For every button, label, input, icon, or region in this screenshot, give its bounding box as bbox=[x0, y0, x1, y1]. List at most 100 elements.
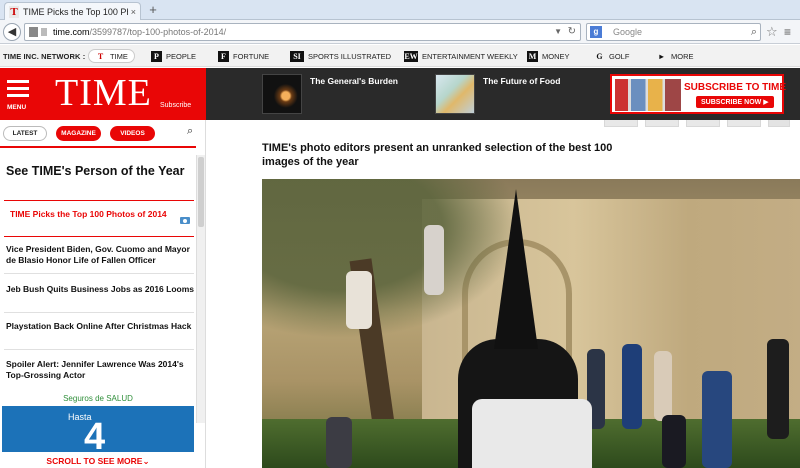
network-item-label: PEOPLE bbox=[166, 51, 197, 61]
network-item-label: MONEY bbox=[542, 51, 570, 61]
close-tab-icon[interactable]: × bbox=[131, 7, 136, 17]
article-intro: TIME's photo editors present an unranked… bbox=[262, 142, 613, 168]
story-thumbnail[interactable] bbox=[262, 74, 302, 114]
ew-logo-icon: EW bbox=[404, 50, 418, 62]
bookmark-star-icon[interactable]: ☆ bbox=[766, 24, 778, 40]
brand-block: MENU TIME Subscribe bbox=[0, 68, 206, 120]
browser-tab[interactable]: T TIME Picks the Top 100 Ph... × bbox=[4, 2, 141, 20]
story-title[interactable]: The Future of Food bbox=[483, 76, 560, 114]
tab-latest[interactable]: LATEST bbox=[3, 126, 47, 141]
story-thumbnail[interactable] bbox=[435, 74, 475, 114]
network-item-money[interactable]: M MONEY bbox=[527, 49, 570, 63]
share-button-twitter[interactable] bbox=[645, 120, 679, 127]
photo-tree-canopy bbox=[262, 179, 522, 339]
magazine-covers-image bbox=[615, 79, 681, 111]
sidebar-article-top-100-photos[interactable]: TIME Picks the Top 100 Photos of 2014 bbox=[10, 209, 170, 220]
time-logo[interactable]: TIME bbox=[55, 71, 152, 115]
header-story-generals-burden[interactable]: The General's Burden bbox=[262, 74, 398, 114]
share-button-other[interactable] bbox=[727, 120, 761, 127]
tab-videos[interactable]: VIDEOS bbox=[110, 126, 155, 141]
search-icon[interactable]: ⌕ bbox=[751, 24, 757, 40]
url-path: /3599787/top-100-photos-of-2014/ bbox=[89, 27, 227, 37]
network-item-time[interactable]: T TIME bbox=[88, 49, 135, 63]
divider bbox=[4, 200, 194, 201]
sidebar-scrollbar[interactable] bbox=[196, 155, 205, 423]
hamburger-menu-icon[interactable] bbox=[7, 80, 29, 101]
photo-capirote-hood bbox=[494, 189, 538, 349]
share-more-button[interactable] bbox=[768, 120, 790, 127]
divider bbox=[4, 273, 194, 274]
ad-number: 4 bbox=[84, 416, 106, 452]
back-arrow-icon[interactable]: ◀ bbox=[3, 23, 21, 41]
sidebar-article-playstation[interactable]: Playstation Back Online After Christmas … bbox=[6, 321, 194, 332]
header-story-future-of-food[interactable]: The Future of Food bbox=[435, 74, 560, 114]
left-sidebar: LATEST MAGAZINE VIDEOS ⌕ See TIME's Pers… bbox=[0, 120, 206, 468]
people-logo-icon: P bbox=[151, 50, 162, 62]
page-icon bbox=[41, 28, 47, 36]
share-button-facebook[interactable] bbox=[604, 120, 638, 127]
photo-pedestrian bbox=[654, 351, 672, 421]
fortune-logo-icon: F bbox=[218, 50, 229, 62]
search-icon[interactable]: ⌕ bbox=[187, 125, 193, 138]
network-item-people[interactable]: P PEOPLE bbox=[151, 49, 196, 63]
tab-title: TIME Picks the Top 100 Ph... bbox=[23, 6, 128, 17]
sidebar-article-jeb-bush[interactable]: Jeb Bush Quits Business Jobs as 2016 Loo… bbox=[6, 284, 194, 295]
money-logo-icon: M bbox=[527, 50, 538, 62]
site-header: MENU TIME Subscribe The General's Burden… bbox=[0, 68, 800, 120]
featured-photo[interactable] bbox=[262, 179, 800, 468]
person-of-the-year-link[interactable]: See TIME's Person of the Year bbox=[6, 164, 185, 178]
time-favicon-icon: T bbox=[9, 5, 19, 18]
google-engine-icon[interactable]: g bbox=[590, 26, 602, 38]
camera-icon bbox=[180, 217, 190, 224]
network-item-label: FORTUNE bbox=[233, 51, 270, 61]
sidebar-article-biden-cuomo[interactable]: Vice President Biden, Gov. Cuomo and May… bbox=[6, 244, 194, 266]
network-item-label: TIME bbox=[110, 51, 128, 61]
share-bar bbox=[604, 120, 797, 127]
search-placeholder: Google bbox=[613, 27, 643, 37]
network-item-more[interactable]: ▸ MORE bbox=[656, 49, 693, 63]
divider bbox=[4, 236, 194, 237]
network-label: TIME INC. NETWORK : bbox=[3, 52, 86, 61]
scroll-to-see-more-link[interactable]: SCROLL TO SEE MORE⌄ bbox=[0, 456, 196, 467]
sidebar-article-jennifer-lawrence[interactable]: Spoiler Alert: Jennifer Lawrence Was 201… bbox=[6, 359, 194, 381]
divider bbox=[4, 349, 194, 350]
network-item-fortune[interactable]: F FORTUNE bbox=[218, 49, 269, 63]
subscribe-now-button[interactable]: SUBSCRIBE NOW ▶ bbox=[696, 96, 774, 108]
site-identity-icon[interactable] bbox=[29, 27, 38, 37]
ad-label: Seguros de SALUD bbox=[63, 394, 133, 403]
network-item-sports-illustrated[interactable]: SI SPORTS ILLUSTRATED bbox=[290, 49, 391, 63]
divider bbox=[4, 312, 194, 313]
subscribe-ad-banner[interactable]: SUBSCRIBE TO TIME SUBSCRIBE NOW ▶ bbox=[610, 74, 787, 114]
browser-menu-icon[interactable]: ≡ bbox=[784, 25, 791, 39]
sidebar-tabs: LATEST MAGAZINE VIDEOS bbox=[3, 126, 164, 142]
chevron-down-icon: ⌄ bbox=[142, 456, 150, 466]
network-item-entertainment-weekly[interactable]: EW ENTERTAINMENT WEEKLY bbox=[404, 49, 518, 63]
browser-tab-bar: T TIME Picks the Top 100 Ph... × + bbox=[0, 0, 800, 20]
play-arrow-icon: ▸ bbox=[659, 51, 664, 61]
url-host: time.com bbox=[53, 27, 90, 37]
photo-white-robe bbox=[472, 399, 592, 468]
url-dropdown-icon[interactable]: ▼ bbox=[554, 24, 562, 40]
browser-navigation-bar: ◀ time.com/3599787/top-100-photos-of-201… bbox=[0, 20, 800, 44]
share-button-email[interactable] bbox=[686, 120, 720, 127]
network-item-golf[interactable]: G GOLF bbox=[594, 49, 629, 63]
tab-magazine[interactable]: MAGAZINE bbox=[56, 126, 101, 141]
network-item-label: GOLF bbox=[609, 51, 630, 61]
time-inc-network-bar: TIME INC. NETWORK : T TIME P PEOPLE F FO… bbox=[0, 45, 800, 67]
reload-icon[interactable]: ↻ bbox=[568, 24, 576, 40]
photo-child-running bbox=[702, 371, 732, 468]
photo-pedestrian bbox=[767, 339, 789, 439]
address-bar[interactable]: time.com/3599787/top-100-photos-of-2014/… bbox=[24, 23, 581, 41]
subscribe-link[interactable]: Subscribe bbox=[160, 102, 191, 109]
story-title[interactable]: The General's Burden bbox=[310, 76, 398, 114]
time-logo-icon: T bbox=[95, 50, 106, 62]
sidebar-ad[interactable]: Hasta 4 bbox=[2, 406, 194, 452]
scrollbar-thumb[interactable] bbox=[198, 157, 204, 227]
ad-title: SUBSCRIBE TO TIME bbox=[684, 82, 787, 93]
new-tab-plus-icon[interactable]: + bbox=[146, 3, 160, 17]
divider bbox=[0, 146, 196, 148]
network-item-label: SPORTS ILLUSTRATED bbox=[308, 51, 392, 61]
browser-search-input[interactable]: g Google ⌕ bbox=[586, 23, 761, 41]
menu-label[interactable]: MENU bbox=[7, 104, 26, 111]
scroll-more-label: SCROLL TO SEE MORE bbox=[46, 456, 143, 466]
